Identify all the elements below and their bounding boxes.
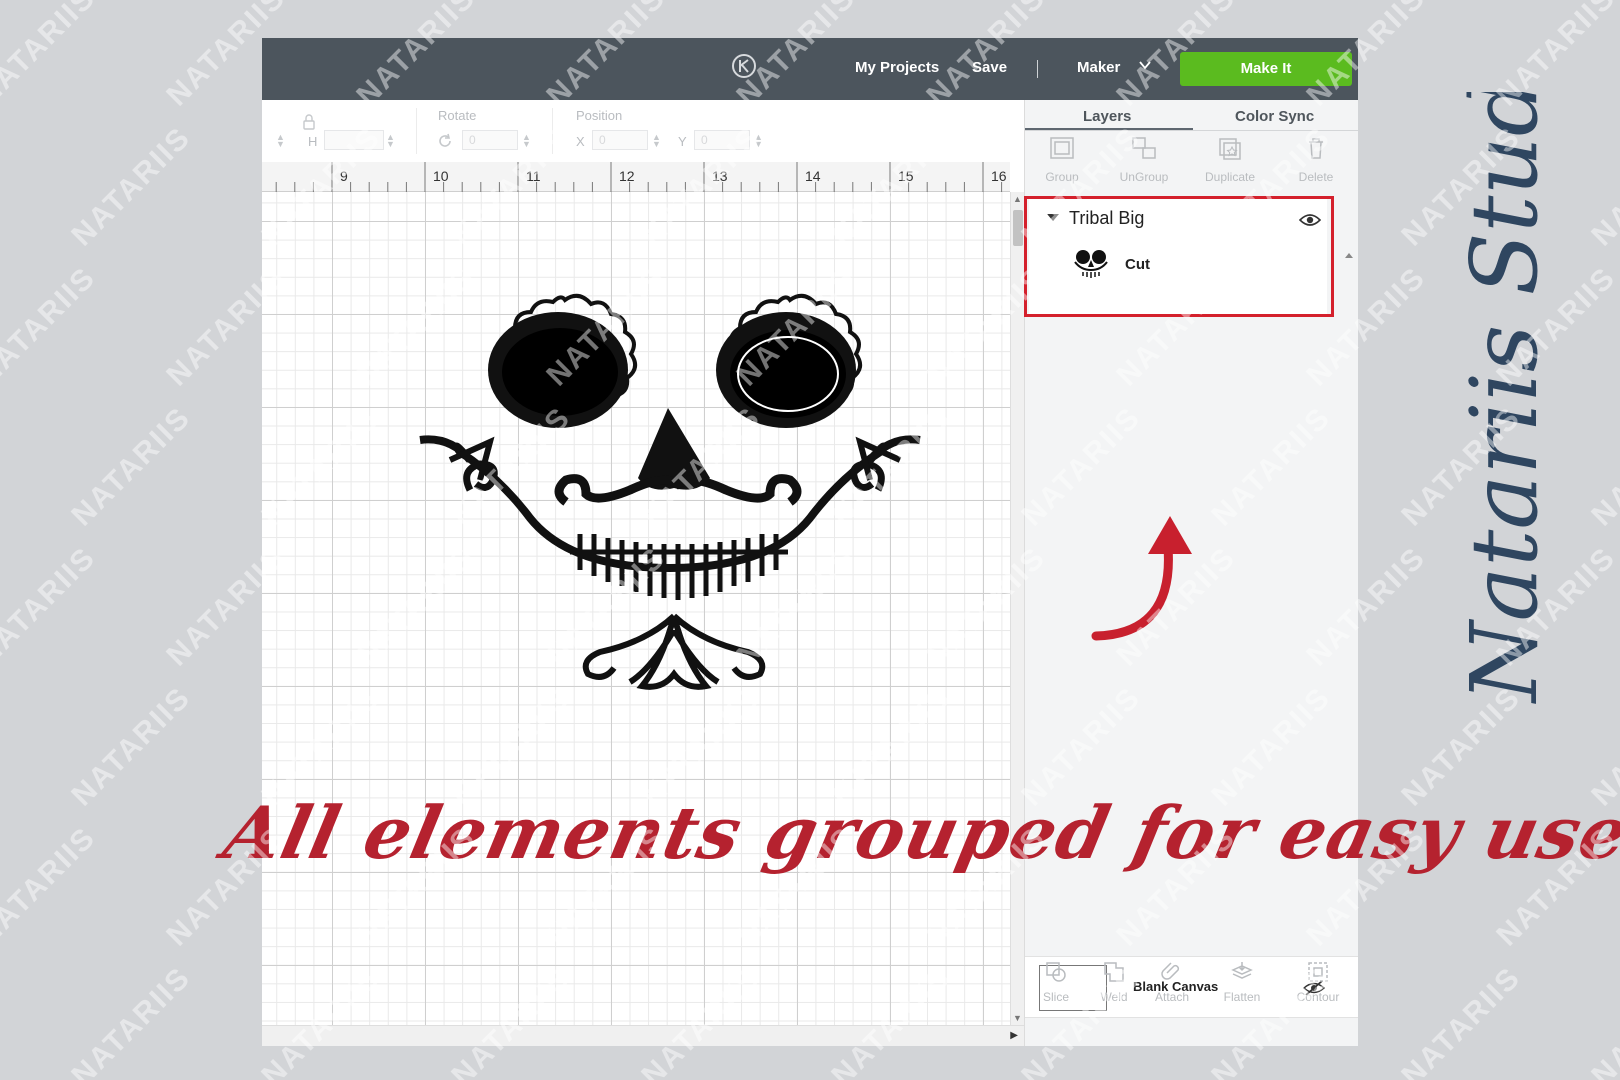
ruler-number: 10 (433, 168, 449, 184)
ungroup-icon (1132, 137, 1156, 159)
y-position-input[interactable]: 0 (694, 130, 750, 150)
slice-button[interactable]: Slice (1026, 960, 1086, 1004)
height-input[interactable] (324, 130, 384, 150)
flatten-button[interactable]: Flatten (1212, 960, 1272, 1004)
scroll-down-icon[interactable]: ▼ (1013, 1013, 1022, 1023)
horizontal-ruler: 9 10 11 12 13 14 15 16 (262, 162, 1010, 192)
slice-icon (1046, 962, 1066, 982)
x-position-input[interactable]: 0 (592, 130, 648, 150)
canvas-vertical-scrollbar[interactable]: ▲ ▼ (1010, 192, 1024, 1025)
layer-highlight-box (1024, 196, 1334, 317)
topbar-divider (1037, 60, 1038, 78)
watermark-text: NATARIIS (65, 680, 198, 813)
scrollbar-thumb[interactable] (1013, 210, 1023, 246)
watermark-text: NATARIIS (1585, 960, 1620, 1080)
studio-signature: Natariis Studio (1451, 92, 1558, 704)
watermark-text: NATARIIS (0, 260, 103, 393)
x-position-stepper[interactable]: ▲ ▼ (652, 133, 661, 149)
flatten-label: Flatten (1223, 990, 1261, 1004)
height-label: H (308, 134, 318, 149)
chevron-down-icon[interactable] (1138, 58, 1152, 72)
x-label: X (576, 134, 585, 149)
delete-button[interactable]: Delete (1281, 136, 1351, 190)
ruler-number: 11 (526, 168, 541, 184)
contour-label: Contour (1296, 990, 1340, 1004)
canvas-horizontal-scrollbar[interactable]: ▶ (262, 1025, 1024, 1046)
delete-label: Delete (1298, 170, 1334, 184)
watermark-text: NATARIIS (0, 820, 103, 953)
toolbar-divider (416, 108, 417, 154)
toolbar-divider (552, 108, 553, 154)
rotate-input[interactable]: 0 (462, 130, 518, 150)
watermark-text: NATARIIS (65, 960, 198, 1080)
slice-label: Slice (1042, 990, 1069, 1004)
attach-button[interactable]: Attach (1142, 960, 1202, 1004)
duplicate-icon (1219, 138, 1241, 160)
tab-color-sync[interactable]: Color Sync (1235, 108, 1314, 125)
save-button[interactable]: Save (972, 59, 1007, 76)
rotate-label: Rotate (438, 108, 477, 123)
paperclip-icon (1161, 962, 1180, 980)
left-eye-shape (488, 293, 638, 428)
ungroup-button[interactable]: UnGroup (1109, 136, 1179, 190)
rotate-icon (439, 133, 451, 147)
tab-divider (1025, 130, 1358, 131)
ruler-number: 16 (991, 168, 1007, 184)
duplicate-button[interactable]: Duplicate (1195, 136, 1265, 190)
edit-toolbar: ▲ ▼ H ▲ ▼ Rotate 0 ▲ ▼ Position X 0 ▲ ▼ Y 0 … (262, 100, 1024, 162)
watermark-text: NATARIIS (65, 400, 198, 533)
lock-icon[interactable] (302, 114, 316, 130)
signature-text: Natariis Studio (1451, 92, 1558, 704)
tab-layers[interactable]: Layers (1083, 108, 1131, 125)
tribal-skull-artwork[interactable] (410, 290, 950, 730)
ruler-number: 14 (805, 168, 821, 184)
watermark-text: NATARIIS (1585, 400, 1620, 533)
make-it-button[interactable]: Make It (1180, 52, 1352, 86)
group-button[interactable]: Group (1027, 136, 1097, 190)
watermark-text: NATARIIS (65, 120, 198, 253)
curved-arrow-annotation (1091, 516, 1192, 641)
weld-icon (1104, 962, 1124, 982)
weld-button[interactable]: Weld (1084, 960, 1144, 1004)
group-label: Group (1045, 170, 1079, 184)
ruler-number: 15 (898, 168, 914, 184)
logo-icon (732, 54, 756, 78)
my-projects-link[interactable]: My Projects (855, 59, 939, 76)
width-stepper[interactable]: ▲ ▼ (276, 133, 285, 149)
watermark-text: NATARIIS (1585, 120, 1620, 253)
contour-icon (1308, 962, 1328, 982)
top-bar: My Projects Save Maker Make It (262, 38, 1358, 100)
height-stepper[interactable]: ▲ ▼ (386, 133, 395, 149)
scroll-right-icon[interactable]: ▶ (1010, 1030, 1018, 1041)
flatten-icon (1231, 962, 1253, 979)
machine-select[interactable]: Maker (1077, 59, 1120, 76)
weld-label: Weld (1100, 990, 1128, 1004)
watermark-text: NATARIIS (0, 540, 103, 673)
position-label: Position (576, 108, 623, 123)
group-icon (1050, 137, 1074, 159)
ruler-number: 13 (712, 168, 728, 184)
watermark-text: NATARIIS (0, 0, 103, 113)
contour-button[interactable]: Contour (1288, 960, 1348, 1004)
scroll-up-icon[interactable]: ▲ (1013, 194, 1022, 204)
ungroup-label: UnGroup (1119, 170, 1169, 184)
y-label: Y (678, 134, 687, 149)
rotate-stepper[interactable]: ▲ ▼ (522, 133, 531, 149)
attach-label: Attach (1154, 990, 1190, 1004)
caption-text: All elements grouped for easy use (216, 790, 1620, 875)
ruler-number: 9 (340, 168, 348, 184)
watermark-text: NATARIIS (1395, 960, 1528, 1080)
right-eye-shape (716, 293, 863, 428)
duplicate-label: Duplicate (1204, 170, 1256, 184)
ruler-number: 12 (619, 168, 635, 184)
trash-icon (1309, 138, 1323, 159)
y-position-stepper[interactable]: ▲ ▼ (754, 133, 763, 149)
panel-scrollbar[interactable] (1343, 250, 1355, 1010)
